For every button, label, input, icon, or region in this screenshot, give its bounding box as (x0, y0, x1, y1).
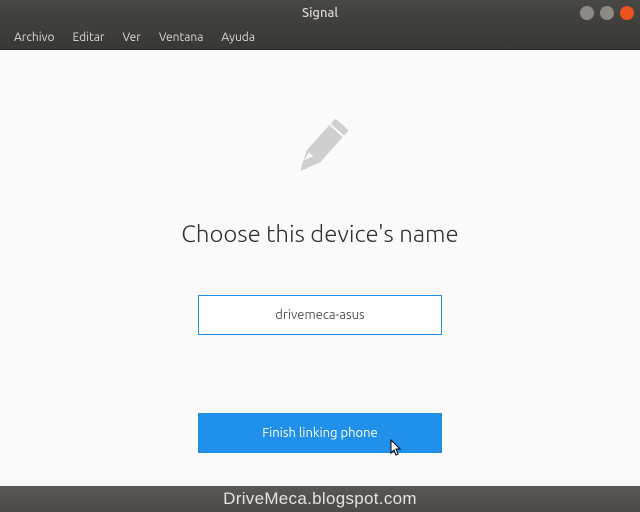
menubar: Archivo Editar Ver Ventana Ayuda (0, 26, 640, 50)
close-button[interactable] (620, 6, 634, 20)
pencil-icon (281, 110, 359, 192)
window-controls (580, 6, 634, 20)
minimize-button[interactable] (580, 6, 594, 20)
device-name-input[interactable] (198, 295, 442, 335)
menu-editar[interactable]: Editar (65, 29, 113, 46)
main-content: Choose this device's name Finish linking… (0, 50, 640, 486)
footer-text: DriveMeca.blogspot.com (223, 489, 417, 509)
menu-ver[interactable]: Ver (114, 29, 148, 46)
cursor-icon (386, 439, 402, 463)
finish-button-label: Finish linking phone (262, 426, 377, 440)
titlebar: Signal (0, 0, 640, 26)
menu-ventana[interactable]: Ventana (151, 29, 212, 46)
finish-linking-button[interactable]: Finish linking phone (198, 413, 442, 453)
menu-archivo[interactable]: Archivo (6, 29, 63, 46)
menu-ayuda[interactable]: Ayuda (213, 29, 263, 46)
maximize-button[interactable] (600, 6, 614, 20)
window-title: Signal (302, 6, 338, 20)
page-heading: Choose this device's name (181, 220, 458, 247)
footer-watermark: DriveMeca.blogspot.com (0, 486, 640, 512)
